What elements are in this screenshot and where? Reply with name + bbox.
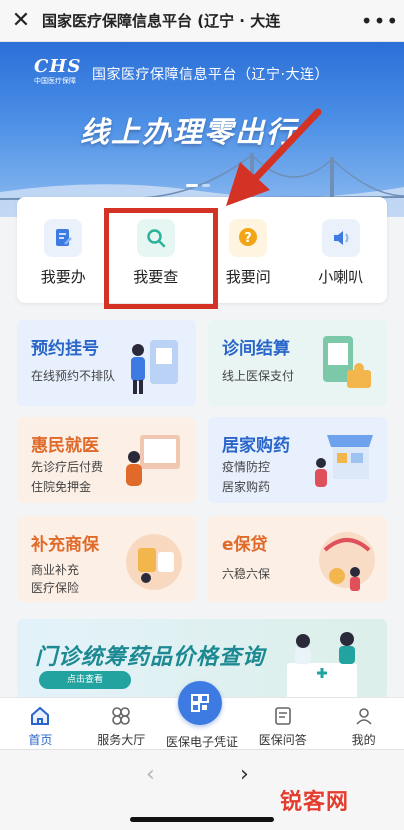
pharmacist-illustration [287,632,357,699]
service-card-settlement[interactable]: 诊间结算 线上医保支付 [208,320,387,406]
watermark: 锐客网 [280,790,350,815]
pharmacy-illustration [315,435,373,487]
service-card-insurance[interactable]: 补充商保 商业补充 医疗保险 [17,516,196,602]
back-icon[interactable]: ‹ [146,762,155,787]
service-card-medical-benefit[interactable]: 惠民就医 先诊疗后付费 住院免押金 [17,417,196,503]
promo-title: 门诊统筹药品价格查询 [35,645,266,670]
service-card-home-pharmacy[interactable]: 居家购药 疫情防控 居家购药 [208,417,387,503]
qr-code-icon[interactable] [178,681,222,725]
home-icon [31,706,50,725]
tab-qa[interactable]: 医保问答 [242,698,323,749]
view-button[interactable]: 点击查看 [39,671,131,689]
scroll-icon [274,707,291,725]
user-icon [355,708,372,725]
tab-service-hall[interactable]: 服务大厅 [81,698,162,749]
insurance-illustration [126,534,182,590]
tab-home[interactable]: 首页 [0,698,81,749]
home-indicator [130,817,274,822]
service-card-e-loan[interactable]: e保贷 六稳六保 [208,516,387,602]
service-card-appointment[interactable]: 预约挂号 在线预约不排队 [17,320,196,406]
appointment-illustration [131,340,178,394]
settlement-illustration [323,336,371,388]
loan-illustration [319,532,375,591]
grid-icon [112,707,130,725]
tab-mine[interactable]: 我的 [323,698,404,749]
doctor-illustration [126,435,180,486]
forward-icon[interactable]: › [240,762,249,787]
